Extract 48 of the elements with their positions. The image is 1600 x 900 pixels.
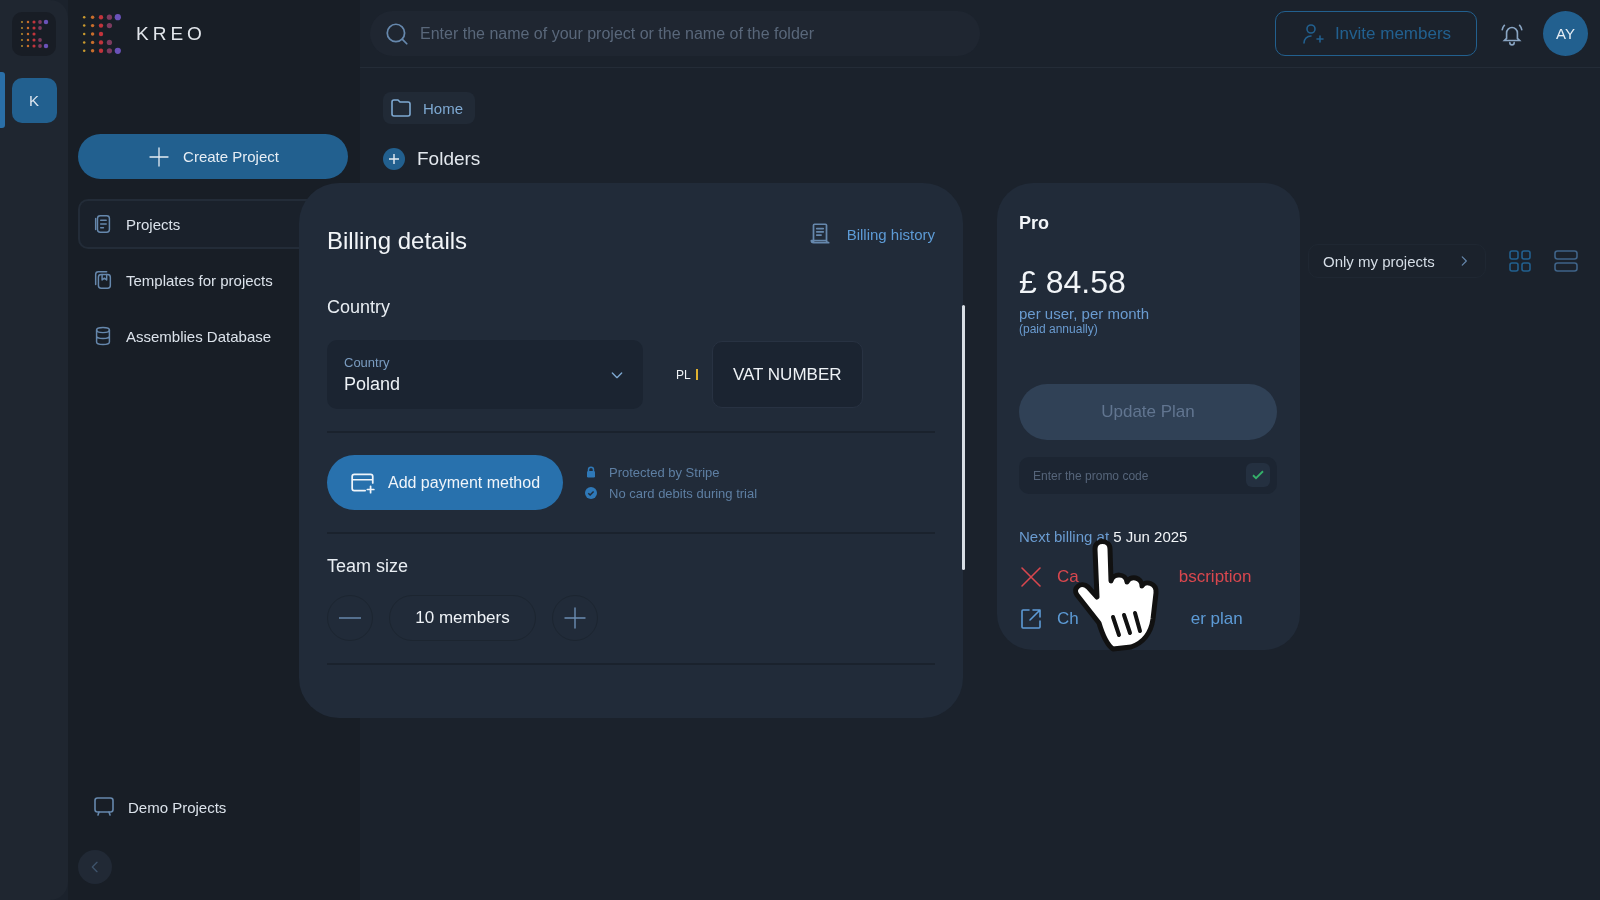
list-view-icon[interactable] (1554, 249, 1578, 273)
grid-view-icon[interactable] (1508, 249, 1532, 273)
plan-price: £ 84.58 (1019, 264, 1127, 301)
vat-prefix: PL (676, 367, 691, 382)
check-icon (1252, 470, 1264, 480)
add-payment-method-button[interactable]: Add payment method (327, 455, 563, 510)
info-note: No card debits during trial (609, 485, 758, 501)
plus-icon (388, 153, 400, 165)
check-circle-icon (585, 487, 597, 499)
section-title: Folders (417, 148, 481, 170)
create-project-button[interactable]: Create Project (78, 134, 348, 179)
filter-button[interactable]: Only my projects (1308, 244, 1486, 278)
billing-history-link[interactable]: Billing history (806, 221, 935, 247)
cancel-link[interactable]: bscription (1178, 567, 1252, 587)
monitor-icon (92, 795, 116, 819)
external-link-icon (1019, 607, 1043, 631)
close-icon (1019, 565, 1043, 589)
billing-note: (paid annually) (1019, 322, 1099, 336)
apply-button[interactable] (1246, 463, 1270, 487)
app-logo[interactable] (12, 12, 56, 56)
country-select[interactable]: Country Poland (327, 340, 643, 409)
search-icon (384, 21, 410, 47)
price-period: per user, per month (1019, 305, 1151, 322)
section-heading: Country (327, 297, 392, 318)
add-user-icon (1300, 21, 1325, 46)
brand-name: KREO (136, 23, 206, 45)
promo-code-field[interactable]: Enter the promo code (1019, 457, 1277, 494)
change-plan-link[interactable]: er plan (1190, 609, 1243, 629)
search-field[interactable]: Enter the name of your project or the name of the folder (370, 11, 980, 56)
change-plan-link[interactable]: Ch (1057, 609, 1079, 629)
vat-number-field[interactable]: VAT NUMBER (711, 341, 863, 408)
add-folder-button[interactable] (383, 148, 405, 170)
bookmark-stack-icon (92, 269, 114, 291)
plus-icon (563, 606, 587, 630)
scrollbar[interactable] (962, 305, 965, 570)
workspace-button[interactable]: K (11, 78, 57, 123)
breadcrumb-home[interactable]: Home (383, 92, 475, 124)
cancel-link[interactable]: Ca (1057, 567, 1079, 587)
text-caret (695, 369, 698, 380)
info-note: Protected by Stripe (609, 464, 720, 480)
plan-name: Pro (1019, 213, 1050, 234)
sidebar-item[interactable]: Demo Projects (78, 782, 360, 832)
folder-icon (389, 96, 413, 120)
user-avatar[interactable]: AY (1543, 11, 1588, 56)
logo-icon (80, 13, 122, 55)
minus-icon (339, 617, 361, 619)
section-heading: Team size (327, 556, 410, 577)
lock-icon (585, 466, 597, 478)
